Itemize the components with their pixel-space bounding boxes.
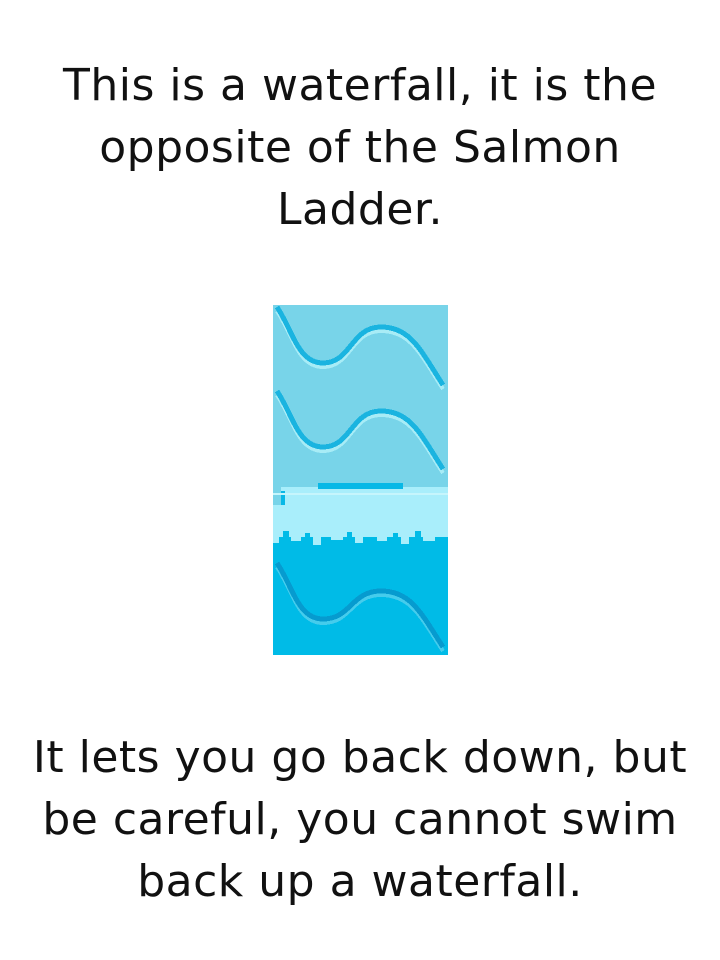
intro-line-2: opposite of the Salmon: [99, 122, 621, 173]
intro-line-1: This is a waterfall, it is the: [62, 60, 658, 111]
foam: [273, 505, 448, 537]
outro-line-1: It lets you go back down, but: [32, 732, 688, 783]
intro-line-3: Ladder.: [277, 184, 443, 235]
intro-text: This is a waterfall, it is the opposite …: [0, 55, 720, 241]
outro-line-2: be careful, you cannot swim: [42, 794, 678, 845]
waterfall-tile-icon: [273, 305, 448, 655]
outro-text: It lets you go back down, but be careful…: [0, 727, 720, 913]
outro-line-3: back up a waterfall.: [137, 856, 583, 907]
